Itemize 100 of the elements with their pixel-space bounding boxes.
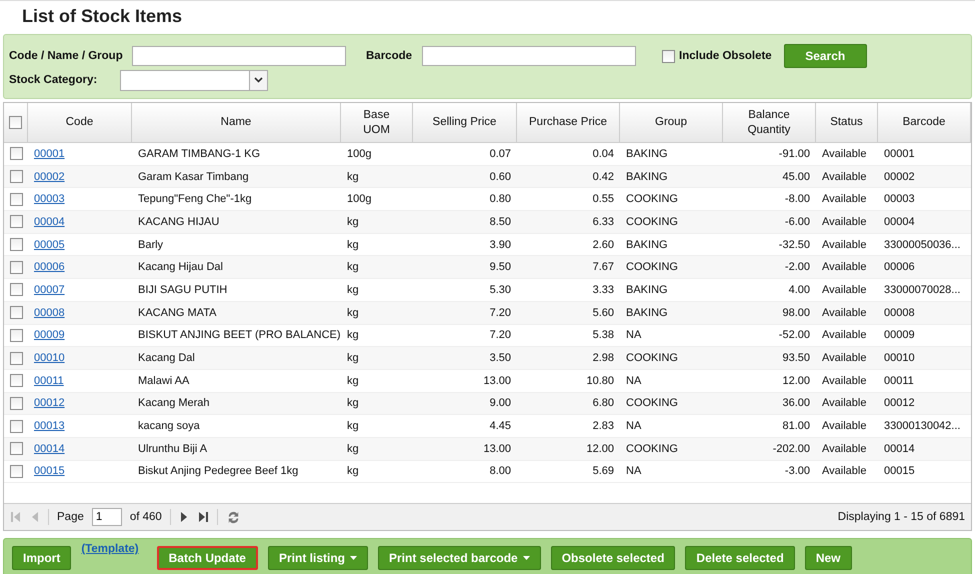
search-button[interactable]: Search (784, 44, 867, 68)
table-cell: 00006 (884, 261, 915, 274)
item-code-link[interactable]: 00003 (34, 193, 65, 206)
item-code-link[interactable]: 00002 (34, 170, 65, 183)
table-cell: Available (822, 284, 866, 296)
page-number-field[interactable]: 1 (92, 508, 122, 526)
dropdown-button[interactable]: Print listing (268, 546, 368, 570)
table-cell: 100g (347, 193, 372, 206)
table-cell: 13.00 (483, 442, 511, 455)
table-cell: Available (822, 329, 866, 342)
item-code-link[interactable]: 00005 (34, 238, 65, 251)
table-cell: 00011 (884, 374, 914, 387)
table-cell: Available (822, 170, 866, 183)
item-code-link[interactable]: 00015 (34, 465, 65, 478)
column-header[interactable]: Name (132, 103, 341, 142)
table-cell: kg (347, 216, 359, 228)
column-header[interactable]: Barcode (878, 103, 971, 142)
template-link[interactable]: (Template) (81, 543, 139, 555)
table-cell: 00010 (884, 352, 915, 364)
table-cell: 00009 (884, 329, 915, 342)
action-button[interactable]: Batch Update (156, 546, 258, 570)
table-cell: 00004 (884, 216, 915, 228)
table-cell: Available (822, 306, 866, 319)
action-button[interactable]: Obsolete selected (550, 546, 676, 570)
column-header[interactable]: Selling Price (413, 103, 517, 142)
table-cell: NA (626, 420, 642, 432)
table-cell: Available (822, 442, 866, 455)
table-cell: 0.42 (592, 170, 614, 183)
item-code-link[interactable]: 00001 (34, 148, 65, 160)
table-cell: COOKING (626, 261, 678, 274)
item-code-link[interactable]: 00008 (34, 306, 65, 319)
table-cell: 0.80 (490, 193, 511, 206)
item-code-link[interactable]: 00004 (34, 216, 65, 228)
table-cell: 7.67 (592, 261, 614, 274)
table-cell: Available (822, 374, 866, 387)
table-cell: -2.00 (784, 261, 810, 274)
table-cell: 00014 (884, 442, 915, 455)
item-code-link[interactable]: 00013 (34, 420, 65, 432)
table-cell: -8.00 (784, 193, 810, 206)
table-cell: Available (822, 352, 866, 364)
table-cell: 3.33 (592, 284, 614, 296)
table-cell: -6.00 (784, 216, 810, 228)
table-cell: Ulrunthu Biji A (138, 442, 208, 455)
page-title: List of Stock Items (21, 5, 184, 28)
table-cell: Available (822, 397, 866, 410)
table-cell: -202.00 (772, 442, 810, 455)
table-cell: 9.50 (490, 261, 511, 274)
table-cell: -52.00 (778, 329, 810, 342)
action-button[interactable]: New (804, 546, 852, 570)
table-cell: Garam Kasar Timbang (138, 170, 249, 183)
table-cell: Barly (138, 238, 164, 251)
table-cell: Biskut Anjing Pedegree Beef 1kg (138, 465, 298, 478)
column-header[interactable]: Status (816, 103, 878, 142)
table-cell: 00001 (884, 148, 915, 160)
table-cell: 4.00 (788, 284, 810, 296)
table-cell: 8.50 (490, 216, 511, 228)
table-cell: 33000070028... (884, 284, 960, 296)
table-cell: 33000050036... (884, 238, 960, 251)
table-cell: COOKING (626, 397, 678, 410)
action-button[interactable]: Delete selected (685, 546, 795, 570)
item-code-link[interactable]: 00012 (34, 397, 65, 410)
item-code-link[interactable]: 00007 (34, 284, 65, 296)
column-header[interactable]: Code (28, 103, 132, 142)
table-cell: kg (347, 238, 359, 251)
table-cell: 13.00 (483, 374, 511, 387)
table-cell: 81.00 (782, 420, 810, 432)
table-cell: kg (347, 397, 359, 410)
action-button[interactable]: Import (12, 546, 72, 570)
table-cell: 98.00 (782, 306, 810, 319)
table-cell: kg (347, 284, 359, 296)
table-cell: NA (626, 329, 642, 342)
table-cell: 5.38 (592, 329, 614, 342)
table-cell: kg (347, 306, 359, 319)
table-cell: -3.00 (784, 465, 810, 478)
item-code-link[interactable]: 00009 (34, 329, 65, 342)
page-count: of 460 (130, 511, 162, 523)
table-cell: kg (347, 442, 359, 455)
item-code-link[interactable]: 00010 (34, 352, 65, 364)
table-cell: -32.50 (778, 238, 810, 251)
table-cell: BAKING (626, 306, 668, 319)
dropdown-button[interactable]: Print selected barcode (378, 546, 541, 570)
table-cell: kg (347, 352, 359, 364)
item-code-link[interactable]: 00006 (34, 261, 65, 274)
table-cell: 45.00 (782, 170, 810, 183)
field-label: Stock Category: (9, 74, 98, 86)
column-header[interactable]: Purchase Price (517, 103, 620, 142)
item-code-link[interactable]: 00011 (34, 374, 64, 387)
table-cell: -91.00 (778, 148, 810, 160)
table-cell: 00003 (884, 193, 915, 206)
table-cell: 5.69 (592, 465, 614, 478)
table-cell: Available (822, 216, 866, 228)
table-cell: 3.50 (490, 352, 511, 364)
column-header[interactable]: Balance Quantity (723, 103, 816, 142)
item-code-link[interactable]: 00014 (34, 442, 65, 455)
column-header[interactable]: Base UOM (341, 103, 413, 142)
table-cell: 0.55 (592, 193, 614, 206)
table-cell: 2.60 (592, 238, 614, 251)
table-cell: 00015 (884, 465, 915, 478)
table-cell: 5.30 (490, 284, 511, 296)
column-header[interactable]: Group (620, 103, 723, 142)
